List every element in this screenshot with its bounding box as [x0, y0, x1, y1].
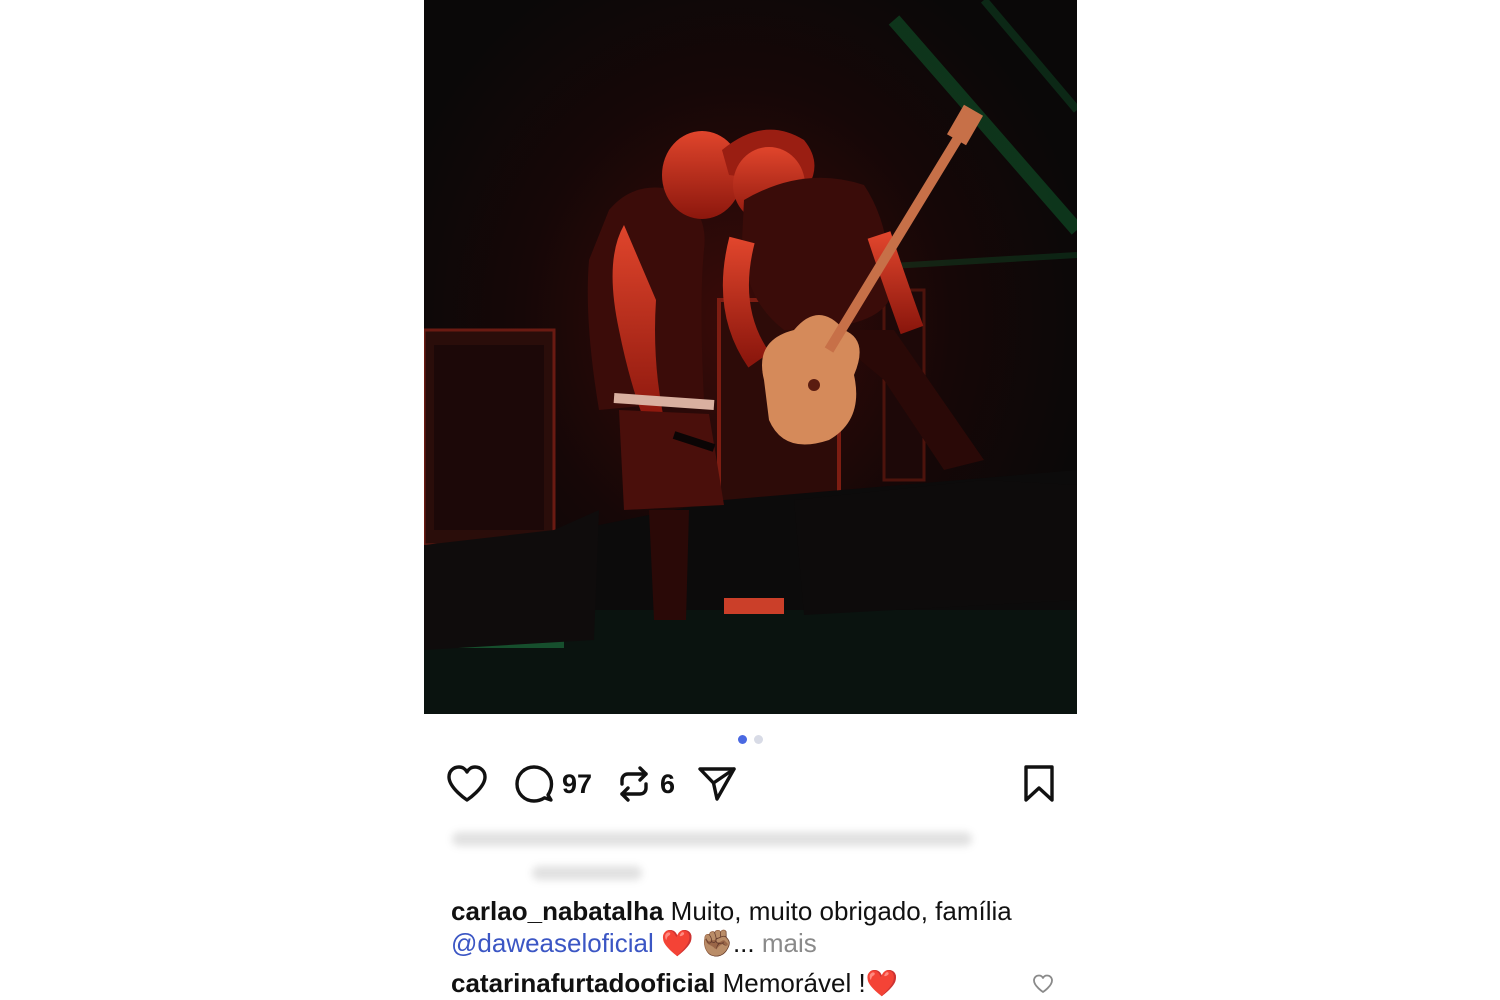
- repost-count: 6: [660, 768, 676, 799]
- share-button[interactable]: [697, 764, 737, 804]
- comment-emoji: ❤️: [865, 968, 899, 998]
- comment-count: 97: [562, 768, 593, 799]
- carousel-indicator: [424, 733, 1077, 745]
- caption-text: Muito, muito obrigado, família: [670, 896, 1012, 926]
- repost-icon: [620, 766, 648, 802]
- obscured-liked-by-text: [452, 826, 1012, 890]
- post-card: 97 6 carlao_nabatalha Muito, muito obrig…: [424, 0, 1077, 1000]
- comment-like-button[interactable]: [1032, 974, 1054, 999]
- comment-bubble-icon: [515, 765, 554, 803]
- save-button[interactable]: [1022, 764, 1056, 804]
- comment-text: Memorável !: [722, 968, 866, 998]
- repost-button[interactable]: 6: [616, 764, 675, 804]
- bookmark-icon: [1024, 765, 1054, 802]
- blurred-line: [452, 832, 972, 846]
- heart-outline-icon: [1033, 974, 1053, 993]
- concert-photo-illustration: [424, 0, 1077, 714]
- post-photo[interactable]: [424, 0, 1077, 714]
- carousel-dot-active[interactable]: [738, 734, 747, 744]
- send-icon: [698, 767, 736, 801]
- caption-username[interactable]: carlao_nabatalha: [451, 896, 663, 926]
- comment-username[interactable]: catarinafurtadooficial: [451, 968, 715, 998]
- heart-icon: [447, 765, 487, 802]
- post-caption: carlao_nabatalha Muito, muito obrigado, …: [451, 895, 1051, 959]
- comment-button[interactable]: 97: [514, 764, 592, 804]
- caption-more-link[interactable]: mais: [762, 928, 817, 958]
- caption-emojis: ❤️ ✊🏽: [660, 928, 733, 958]
- carousel-dot[interactable]: [754, 734, 763, 744]
- post-actions-bar: 97 6: [446, 760, 1056, 808]
- top-comment: catarinafurtadooficial Memorável !❤️: [451, 967, 1071, 999]
- caption-ellipsis: ...: [732, 928, 755, 958]
- like-button[interactable]: [446, 764, 488, 804]
- blurred-line: [532, 866, 642, 880]
- caption-mention[interactable]: @daweaseloficial: [451, 928, 654, 958]
